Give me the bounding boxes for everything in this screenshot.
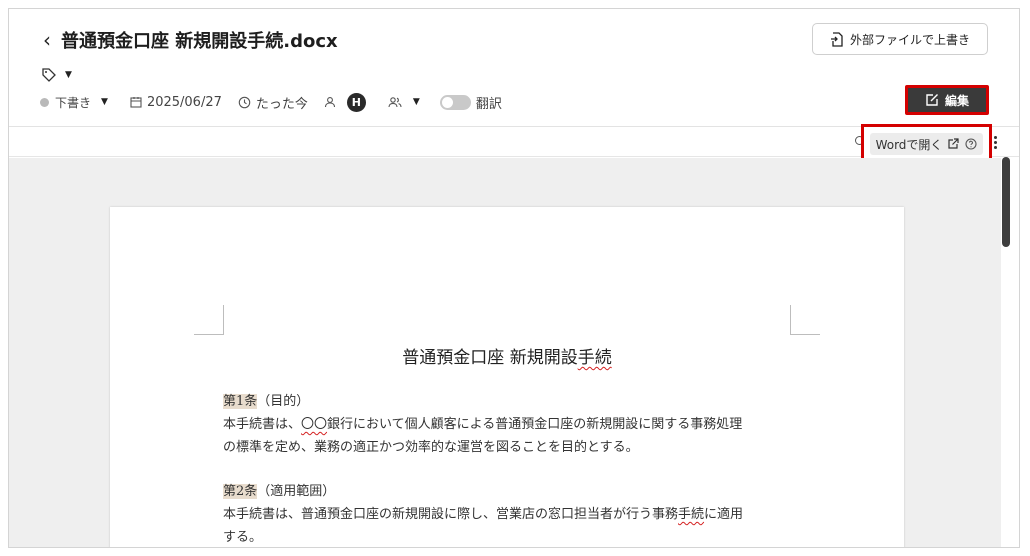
article-2-title: （適用範囲） <box>257 484 336 499</box>
document-title: 普通預金口座 新規開設手続.docx <box>61 31 338 52</box>
page-margin-corner-mark <box>194 305 224 335</box>
user-icon <box>324 96 336 108</box>
overwrite-with-external-file-button[interactable]: 外部ファイルで上書き <box>812 23 988 55</box>
status-dropdown-caret-icon: ▼ <box>101 97 108 107</box>
date-field[interactable]: 2025/06/27 <box>130 95 222 110</box>
external-link-icon <box>948 138 960 149</box>
document-canvas: 普通預金口座 新規開設手続 第1条（目的） 本手続書は、〇〇銀行において個人顧客… <box>9 158 1001 547</box>
toggle-switch[interactable] <box>439 94 471 110</box>
article-2-spellcheck: 手続 <box>678 507 705 522</box>
edit-button[interactable]: 編集 <box>905 85 989 115</box>
tag-icon <box>42 68 56 82</box>
edit-icon <box>926 94 938 106</box>
users-icon <box>388 96 402 108</box>
status-selector[interactable]: 下書き ▼ <box>40 94 108 111</box>
document-page: 普通預金口座 新規開設手続 第1条（目的） 本手続書は、〇〇銀行において個人顧客… <box>110 207 904 547</box>
document-heading-main: 普通預金口座 新規開設 <box>402 348 578 368</box>
article-2-line-1-text-b: に適用 <box>704 507 744 522</box>
article-1-line-1: 本手続書は、〇〇銀行において個人顧客による普通預金口座の新規開設に関する事務処理 <box>223 413 793 436</box>
document-heading-spellcheck: 手続 <box>577 348 612 368</box>
article-2-line-2: する。 <box>223 530 263 545</box>
translate-toggle[interactable]: 翻訳 <box>439 93 502 112</box>
share-selector[interactable]: ▼ <box>388 96 420 108</box>
article-2-line-1-text-a: 本手続書は、普通預金口座の新規開設に際し、営業店の窓口担当者が行う事務 <box>223 507 679 522</box>
clock-icon <box>238 96 251 109</box>
article-1: 第1条（目的） 本手続書は、〇〇銀行において個人顧客による普通預金口座の新規開設… <box>223 390 793 459</box>
article-1-title-line: 第1条（目的） <box>223 390 793 413</box>
title-row: ‹ 普通預金口座 新規開設手続.docx <box>43 27 338 53</box>
status-dot-icon <box>40 97 49 107</box>
article-1-line-2: の標準を定め、業務の適正かつ効率的な運営を図ることを目的とする。 <box>223 440 639 455</box>
article-1-spellcheck: 〇〇 <box>301 417 328 432</box>
status-label: 下書き <box>55 95 92 110</box>
tag-dropdown-caret-icon[interactable]: ▼ <box>65 70 72 80</box>
avatar[interactable]: H <box>346 92 366 112</box>
metadata-bar: 下書き ▼ 2025/06/27 たった今 H ▼ 翻訳 <box>40 92 502 112</box>
file-import-icon <box>830 31 843 47</box>
page-margin-corner-mark <box>790 305 820 335</box>
calendar-icon <box>130 96 142 108</box>
article-2-title-line: 第2条（適用範囲） <box>223 480 793 503</box>
open-in-word-label: Wordで開く <box>875 137 943 152</box>
article-1-title: （目的） <box>257 394 310 409</box>
document-screen: ‹ 普通預金口座 新規開設手続.docx 外部ファイルで上書き ▼ 下書き ▼ … <box>8 8 1020 548</box>
viewer-toolbar: Wordで開く <box>9 124 1019 164</box>
updated-time-value: たった今 <box>255 96 308 112</box>
document-heading: 普通預金口座 新規開設手続 <box>110 343 904 368</box>
date-value: 2025/06/27 <box>146 94 222 110</box>
share-dropdown-caret-icon: ▼ <box>412 97 420 107</box>
article-2-line-1: 本手続書は、普通預金口座の新規開設に際し、営業店の窓口担当者が行う事務手続に適用 <box>223 503 793 526</box>
translate-label: 翻訳 <box>475 96 502 112</box>
tag-selector[interactable]: ▼ <box>41 67 72 83</box>
article-1-line-1-text-a: 本手続書は、 <box>223 417 302 432</box>
article-2: 第2条（適用範囲） 本手続書は、普通預金口座の新規開設に際し、営業店の窓口担当者… <box>223 480 793 547</box>
article-2-number: 第2条 <box>223 484 258 499</box>
edit-button-label: 編集 <box>944 93 969 108</box>
more-options-icon[interactable] <box>994 136 998 151</box>
article-1-number: 第1条 <box>223 394 258 409</box>
updated-time: たった今 <box>238 93 308 112</box>
open-in-word-button[interactable]: Wordで開く <box>869 133 984 155</box>
help-icon[interactable] <box>965 138 977 150</box>
owner-field[interactable]: H <box>324 92 366 112</box>
overwrite-button-label: 外部ファイルで上書き <box>849 32 970 47</box>
document-viewer: Wordで開く 普通預金口座 新規開設手続 第1条（目的） 本手続書は、〇〇銀行… <box>9 124 1019 547</box>
vertical-scrollbar[interactable] <box>1002 157 1010 247</box>
article-1-line-1-text-b: 銀行において個人顧客による普通預金口座の新規開設に関する事務処理 <box>327 417 743 432</box>
back-arrow-icon[interactable]: ‹ <box>43 30 51 50</box>
